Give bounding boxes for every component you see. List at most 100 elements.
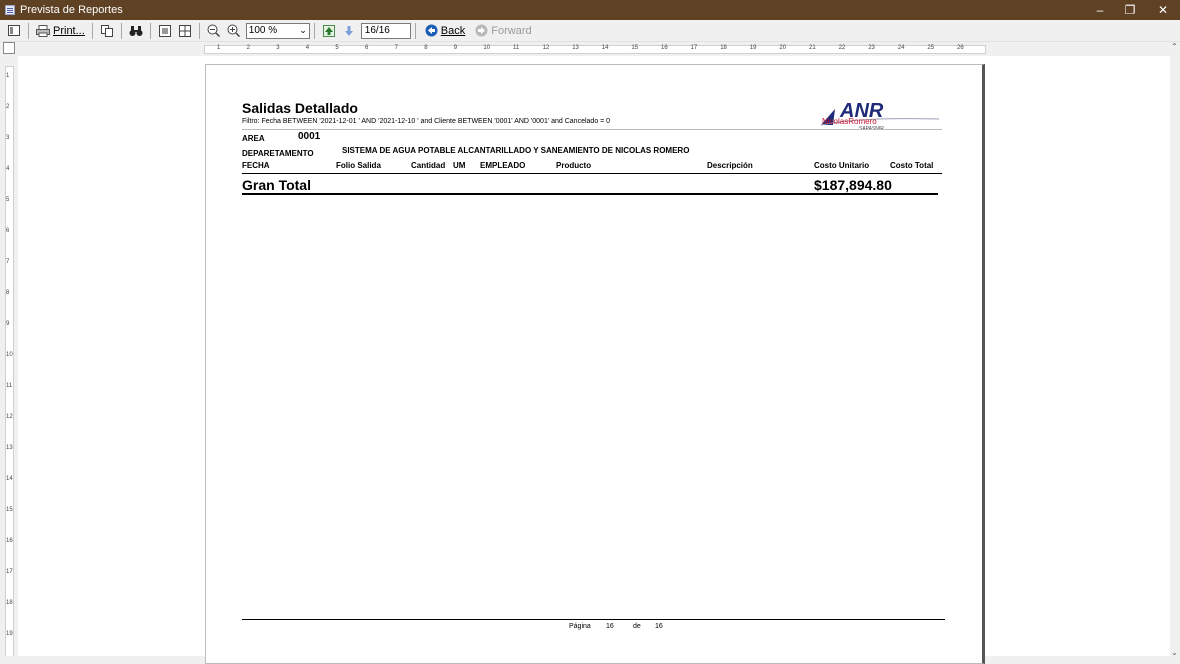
ruler-tick-label: 26 (957, 45, 964, 51)
ruler-tick-label: 20 (779, 45, 787, 51)
area-value: 0001 (298, 131, 321, 142)
close-button[interactable]: ✕ (1146, 0, 1180, 20)
scroll-up-icon[interactable]: ⌃ (1171, 42, 1178, 51)
print-button[interactable]: Print... (34, 22, 87, 40)
ruler-tick-label: 15 (6, 507, 13, 513)
ruler-tick-label: 1 (217, 45, 221, 51)
column-header-folio: Folio Salida (336, 161, 381, 170)
ruler-tick-label: 9 (453, 45, 458, 51)
footer-page-label: Página (569, 623, 591, 630)
copy-icon[interactable] (98, 22, 116, 40)
grand-total-value: $187,894.80 (814, 177, 892, 193)
report-page: Salidas Detallado Filtro: Fecha BETWEEN … (205, 64, 985, 664)
ruler-tick-label: 18 (6, 600, 13, 606)
column-header-rule (242, 173, 942, 174)
toolbar: Print... 100 % ⌄ 16/16 Back Forward (0, 20, 1180, 42)
ruler-tick-label: 16 (6, 538, 13, 544)
ruler-tick-label: 12 (542, 45, 550, 51)
ruler-tick-label: 15 (631, 45, 639, 51)
back-button[interactable]: Back (421, 22, 469, 40)
ruler-tick-label: 8 (6, 290, 10, 296)
window-title: Prevista de Reportes (20, 4, 123, 16)
ruler-tick-label: 19 (749, 45, 757, 51)
column-header-fecha: FECHA (242, 161, 270, 170)
ruler-tick-label: 14 (6, 476, 13, 482)
back-label: Back (440, 24, 466, 37)
find-icon[interactable] (127, 22, 145, 40)
page-setup-icon[interactable] (5, 22, 23, 40)
department-value: SISTEMA DE AGUA POTABLE ALCANTARILLADO Y… (342, 146, 690, 155)
ruler-tick-label: 21 (809, 45, 816, 51)
title-bar: Prevista de Reportes – ❐ ✕ (0, 0, 1180, 20)
column-header-descripcion: Descripción (707, 161, 753, 170)
horizontal-ruler: 1 2 3 4 5 6 7 8 9 10 11 12 13 14 15 16 17 18 19 20 21 22 23 24 2… (0, 42, 1180, 56)
minimize-button[interactable]: – (1083, 0, 1117, 20)
column-header-costo-total: Costo Total (890, 161, 934, 170)
ruler-tick-label: 22 (838, 45, 846, 51)
back-arrow-icon (425, 24, 438, 37)
scroll-down-icon[interactable]: ⌄ (1171, 648, 1178, 657)
vertical-ruler: 1 2 3 4 5 6 7 8 9 10 11 12 13 14 15 16 17 18 19 (0, 56, 18, 664)
ruler-tick-label: 25 (927, 45, 935, 51)
ruler-tick-label: 2 (6, 104, 10, 110)
ruler-tick-label: 4 (305, 45, 310, 51)
forward-arrow-icon (475, 24, 488, 37)
ruler-tick-label: 4 (6, 166, 10, 172)
toolbar-separator (28, 22, 29, 39)
report-title: Salidas Detallado (242, 100, 358, 116)
first-page-icon[interactable] (320, 22, 338, 40)
horizontal-ruler-bar: 1 2 3 4 5 6 7 8 9 10 11 12 13 14 15 16 17 18 19 20 21 22 23 24 2… (204, 45, 986, 54)
ruler-tick-label: 2 (246, 45, 250, 51)
ruler-tick-label: 5 (335, 45, 339, 51)
zoom-out-icon[interactable] (205, 22, 223, 40)
toolbar-separator (120, 22, 122, 39)
ruler-tick-label: 13 (572, 45, 579, 51)
zoom-value: 100 % (248, 25, 278, 36)
column-header-cantidad: Cantidad (411, 161, 446, 170)
zoom-in-icon[interactable] (225, 22, 243, 40)
toolbar-separator (414, 22, 416, 39)
ruler-tick-label: 6 (6, 228, 10, 234)
column-header-costo-unitario: Costo Unitario (814, 161, 870, 170)
forward-button[interactable]: Forward (471, 22, 535, 40)
grand-total-label: Gran Total (242, 177, 311, 193)
ruler-corner (3, 42, 15, 54)
header-rule (242, 129, 942, 130)
ruler-tick-label: 19 (6, 631, 13, 637)
ruler-tick-label: 9 (6, 321, 10, 327)
column-header-um: UM (453, 161, 466, 170)
ruler-tick-label: 11 (513, 45, 520, 51)
ruler-tick-label: 3 (276, 45, 280, 51)
toolbar-separator (198, 22, 200, 39)
column-header-empleado: EMPLEADO (480, 161, 526, 170)
printer-icon (36, 24, 50, 37)
app-icon (5, 5, 15, 15)
toolbar-separator (91, 22, 93, 39)
footer-page-number: 16 (606, 623, 614, 630)
ruler-tick-label: 17 (6, 569, 13, 575)
report-filter: Filtro: Fecha BETWEEN '2021-12-01 ' AND … (242, 118, 611, 125)
ruler-tick-label: 1 (6, 73, 10, 79)
print-label: Print... (53, 24, 85, 37)
page-input[interactable]: 16/16 (360, 22, 411, 39)
area-label: AREA (242, 134, 265, 143)
single-page-icon[interactable] (156, 22, 174, 40)
vertical-scrollbar[interactable]: ⌃ ⌄ (1170, 42, 1180, 664)
ruler-tick-label: 16 (661, 45, 668, 51)
ruler-tick-label: 12 (6, 414, 13, 420)
vertical-ruler-bar: 1 2 3 4 5 6 7 8 9 10 11 12 13 14 15 16 17 18 19 (5, 66, 14, 658)
maximize-button[interactable]: ❐ (1113, 0, 1147, 20)
chevron-down-icon: ⌄ (299, 25, 307, 35)
footer-of-label: de (633, 623, 641, 630)
multi-page-icon[interactable] (176, 22, 194, 40)
ruler-tick-label: 10 (6, 352, 13, 358)
zoom-select[interactable]: 100 % ⌄ (245, 22, 310, 39)
ruler-tick-label: 8 (424, 45, 428, 51)
ruler-tick-label: 13 (6, 445, 13, 451)
toolbar-separator (313, 22, 315, 39)
ruler-tick-label: 18 (720, 45, 727, 51)
column-header-producto: Producto (556, 161, 592, 170)
down-arrow-icon[interactable] (340, 22, 358, 40)
logo-subtitle: NicolasRomero (822, 117, 877, 126)
ruler-tick-label: 23 (868, 45, 875, 51)
